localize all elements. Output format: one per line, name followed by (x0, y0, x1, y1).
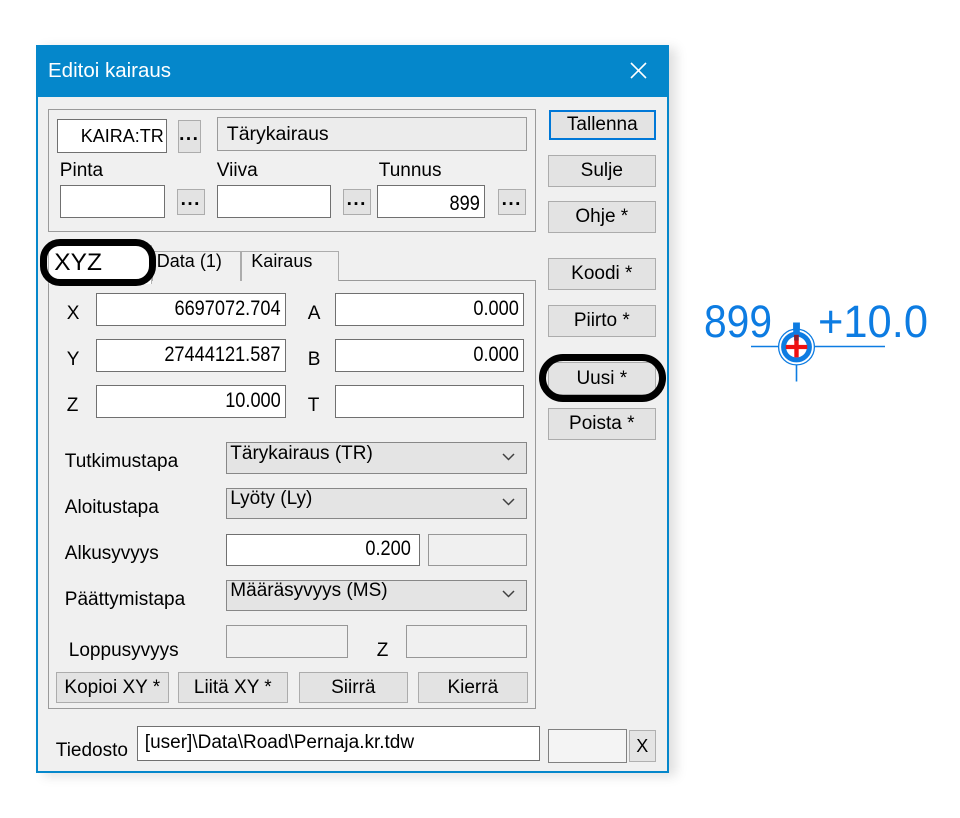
svg-text:+10.0: +10.0 (818, 296, 928, 347)
svg-text:899: 899 (704, 296, 772, 347)
